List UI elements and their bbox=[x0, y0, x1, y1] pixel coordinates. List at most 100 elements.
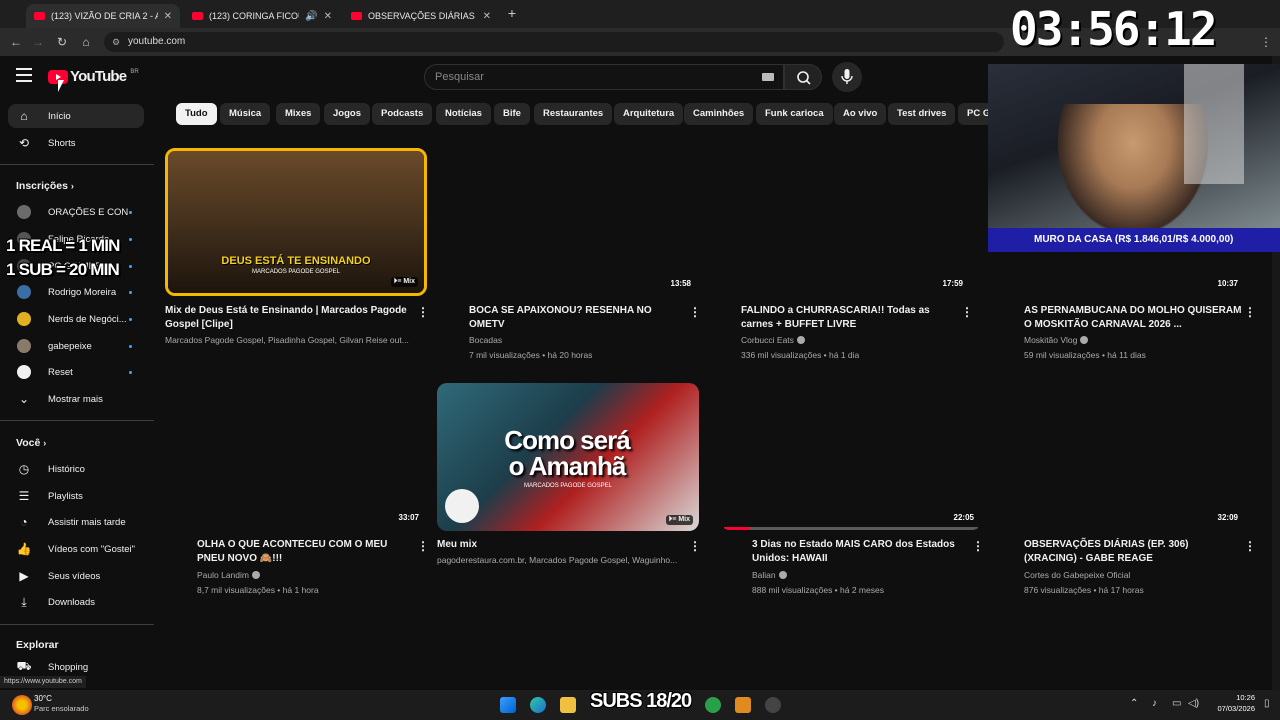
sidebar-item-subscription[interactable]: Nerds de Negóci... bbox=[8, 307, 144, 331]
more-options-icon[interactable]: ⋮ bbox=[417, 305, 429, 319]
chip[interactable]: Caminhões bbox=[684, 103, 754, 125]
chevron-up-icon[interactable]: ⌃ bbox=[1130, 698, 1138, 709]
sidebar-item-playlists[interactable]: ☰ Playlists bbox=[8, 484, 144, 508]
obs-icon[interactable] bbox=[765, 697, 781, 713]
sidebar-item-subscription[interactable]: ORAÇÕES E CON... bbox=[8, 200, 144, 224]
weather-temp[interactable]: 30°C bbox=[34, 694, 52, 703]
video-thumbnail[interactable]: 22:05 bbox=[720, 382, 982, 530]
video-title[interactable]: OLHA O QUE ACONTECEU COM O MEU PNEU NOVO… bbox=[197, 538, 411, 566]
chip[interactable]: Notícias bbox=[436, 103, 491, 125]
home-browser-icon[interactable]: ⌂ bbox=[78, 34, 94, 50]
browser-menu-icon[interactable]: ⋮ bbox=[1258, 34, 1274, 50]
edge-icon[interactable] bbox=[530, 697, 546, 713]
more-options-icon[interactable]: ⋮ bbox=[961, 305, 973, 319]
video-thumbnail[interactable]: 33:07 bbox=[165, 382, 427, 530]
forward-icon[interactable]: → bbox=[30, 34, 46, 50]
sidebar-item-downloads[interactable]: ⤓ Downloads bbox=[8, 590, 144, 614]
chip[interactable]: Tudo bbox=[176, 103, 217, 125]
channel-name[interactable]: Balian bbox=[752, 568, 787, 583]
search-button[interactable] bbox=[784, 64, 822, 90]
sidebar-item-shorts[interactable]: ⟲ Shorts bbox=[8, 131, 144, 155]
sidebar-item-subscription[interactable]: gabepeixe bbox=[8, 334, 144, 358]
more-options-icon[interactable]: ⋮ bbox=[972, 539, 984, 553]
subscriptions-heading[interactable]: Inscrições › bbox=[16, 180, 74, 192]
chip[interactable]: Jogos bbox=[324, 103, 370, 125]
chip[interactable]: Funk carioca bbox=[756, 103, 833, 125]
channel-name[interactable]: Marcados Pagode Gospel, Pisadinha Gospel… bbox=[165, 333, 427, 348]
you-heading[interactable]: Você › bbox=[16, 437, 46, 449]
video-thumbnail[interactable]: 17:59 bbox=[709, 148, 971, 296]
weather-desc[interactable]: Parc ensolarado bbox=[34, 704, 89, 713]
browser-tab[interactable]: OBSERVAÇÕES DIÁRIAS (EP. 306) ✕ bbox=[343, 4, 499, 28]
stream-rule-line: 1 SUB = 20 MIN bbox=[6, 260, 120, 279]
channel-name[interactable]: Bocadas bbox=[469, 333, 502, 348]
chip[interactable]: PC G bbox=[958, 103, 988, 125]
more-options-icon[interactable]: ⋮ bbox=[1244, 539, 1256, 553]
video-thumbnail[interactable]: 32:09 bbox=[988, 382, 1250, 530]
browser-tab[interactable]: (123) CORINGA FICOU REVOL 🔊 ✕ bbox=[184, 4, 340, 28]
chip[interactable]: Música bbox=[220, 103, 271, 125]
chip[interactable]: Ao vivo bbox=[834, 103, 887, 125]
channel-name[interactable]: Cortes do Gabepeixe Oficial bbox=[1024, 568, 1130, 583]
video-title[interactable]: Mix de Deus Está te Ensinando | Marcados… bbox=[165, 304, 415, 332]
whatsapp-icon[interactable] bbox=[705, 697, 721, 713]
video-title[interactable]: OBSERVAÇÕES DIÁRIAS (EP. 306) (XRACING) … bbox=[1024, 538, 1242, 566]
chip[interactable]: Test drives bbox=[888, 103, 956, 125]
chip[interactable]: Arquitetura bbox=[614, 103, 684, 125]
chip[interactable]: Mixes bbox=[276, 103, 321, 125]
video-thumbnail[interactable]: Como será o Amanhã MARCADOS PAGODE GOSPE… bbox=[437, 383, 699, 531]
video-title[interactable]: 3 Dias no Estado MAIS CARO dos Estados U… bbox=[752, 538, 966, 566]
sidebar-item-subscription[interactable]: Reset bbox=[8, 360, 144, 384]
chip[interactable]: Bife bbox=[494, 103, 530, 125]
clock-date[interactable]: 07/03/2026 bbox=[1205, 704, 1255, 713]
more-options-icon[interactable]: ⋮ bbox=[689, 305, 701, 319]
video-title[interactable]: AS PERNAMBUCANA DO MOLHO QUISERAM O MOSK… bbox=[1024, 304, 1242, 332]
channel-name[interactable]: Moskitão Vlog bbox=[1024, 333, 1089, 348]
more-options-icon[interactable]: ⋮ bbox=[1244, 305, 1256, 319]
close-icon[interactable]: ✕ bbox=[324, 11, 332, 22]
notification-icon[interactable]: ▯ bbox=[1264, 698, 1270, 709]
voice-search-button[interactable] bbox=[832, 62, 862, 92]
back-icon[interactable]: ← bbox=[8, 34, 24, 50]
speaker-icon[interactable]: 🔊 bbox=[305, 11, 317, 22]
network-icon[interactable]: ▭ bbox=[1172, 698, 1181, 709]
show-more-button[interactable]: ⌄ Mostrar mais bbox=[8, 387, 144, 411]
browser-tab[interactable]: (123) VIZÃO DE CRIA 2 - Anezzi ✕ bbox=[26, 4, 180, 28]
chip[interactable]: Restaurantes bbox=[534, 103, 613, 125]
windows-start-icon[interactable] bbox=[500, 697, 516, 713]
keyboard-icon[interactable] bbox=[762, 73, 774, 81]
close-icon[interactable]: ✕ bbox=[483, 11, 491, 22]
more-options-icon[interactable]: ⋮ bbox=[417, 539, 429, 553]
video-thumbnail[interactable]: 13:58 bbox=[437, 148, 699, 296]
sidebar-item-liked-videos[interactable]: 👍 Vídeos com "Gostei" bbox=[8, 537, 144, 561]
sidebar-item-your-videos[interactable]: ▶ Seus vídeos bbox=[8, 564, 144, 588]
clock-time[interactable]: 10:26 bbox=[1205, 693, 1255, 702]
microphone-tray-icon[interactable]: ♪ bbox=[1152, 698, 1157, 709]
reload-icon[interactable]: ↻ bbox=[54, 34, 70, 50]
search-input[interactable]: Pesquisar bbox=[424, 64, 784, 90]
more-options-icon[interactable]: ⋮ bbox=[689, 539, 701, 553]
video-title[interactable]: FALINDO a CHURRASCARIA!! Todas as carnes… bbox=[741, 304, 955, 332]
channel-name[interactable]: Paulo Landim bbox=[197, 568, 260, 583]
hamburger-menu-icon[interactable] bbox=[16, 68, 32, 82]
weather-icon[interactable] bbox=[12, 695, 32, 715]
volume-icon[interactable]: ◁) bbox=[1188, 698, 1199, 709]
close-icon[interactable]: ✕ bbox=[164, 11, 172, 22]
video-duration: 22:05 bbox=[953, 513, 974, 522]
file-explorer-icon[interactable] bbox=[560, 697, 576, 713]
app-icon[interactable] bbox=[735, 697, 751, 713]
channel-name[interactable]: pagoderestaura.com.br, Marcados Pagode G… bbox=[437, 553, 699, 568]
new-tab-icon[interactable]: + bbox=[504, 5, 520, 21]
sidebar-item-watch-later[interactable]: ◔ Assistir mais tarde bbox=[8, 510, 144, 534]
url-field[interactable]: ⚙ youtube.com bbox=[104, 32, 1004, 52]
video-title[interactable]: Meu mix bbox=[437, 538, 677, 552]
channel-name[interactable]: Corbucci Eats bbox=[741, 333, 805, 348]
new-content-dot bbox=[129, 317, 132, 321]
site-info-icon[interactable]: ⚙ bbox=[112, 32, 120, 52]
video-title[interactable]: BOCA SE APAIXONOU? RESENHA NO OMETV bbox=[469, 304, 683, 332]
sidebar-item-history[interactable]: ◷ Histórico bbox=[8, 457, 144, 481]
sidebar-item-home[interactable]: ⌂ Início bbox=[8, 104, 144, 128]
sidebar-item-subscription[interactable]: Rodrigo Moreira bbox=[8, 280, 144, 304]
video-thumbnail[interactable]: DEUS ESTÁ TE ENSINANDO MARCADOS PAGODE G… bbox=[165, 148, 427, 296]
chip[interactable]: Podcasts bbox=[372, 103, 433, 125]
